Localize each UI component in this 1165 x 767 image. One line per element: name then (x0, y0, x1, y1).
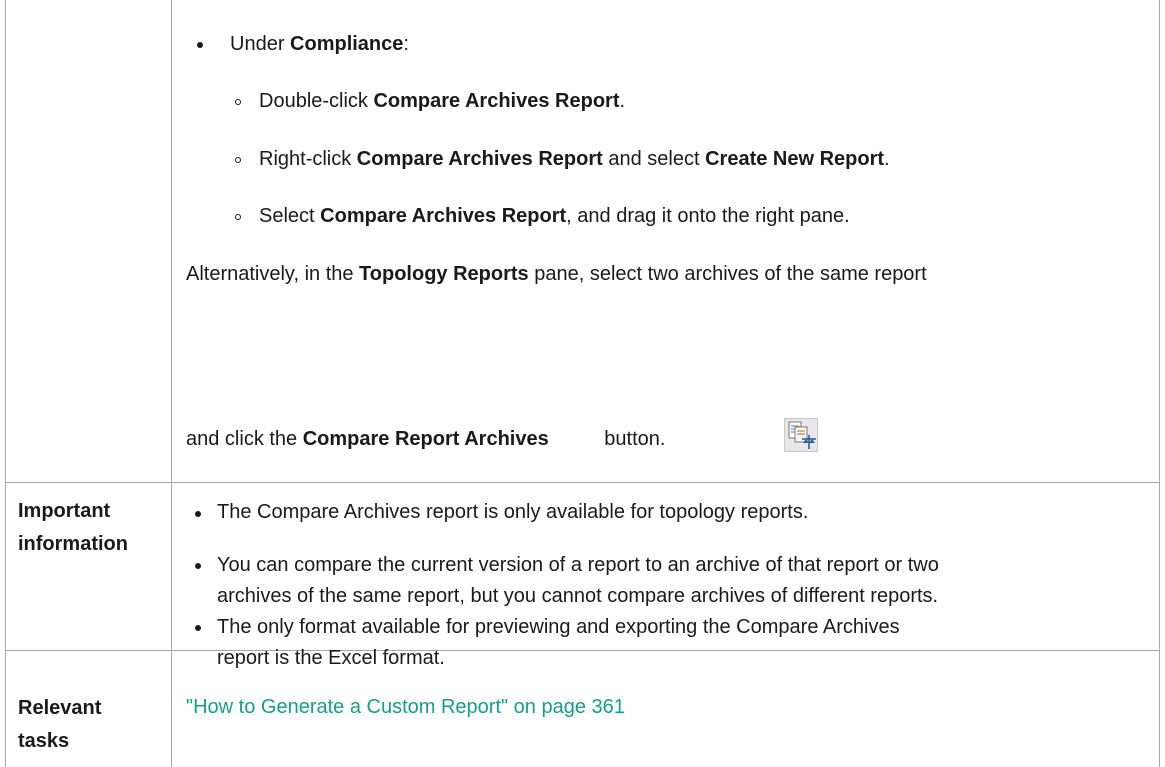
important-bullet: The only format available for previewing… (217, 616, 900, 638)
text: , and drag it onto the right pane. (566, 205, 850, 227)
bold-text: Compare Archives Report (373, 90, 620, 112)
text: : (403, 33, 409, 55)
sub-bullet-circle (235, 214, 241, 220)
bullet-dot (195, 511, 201, 517)
text: Select (259, 205, 321, 227)
important-bullet: The Compare Archives report is only avai… (217, 501, 809, 523)
bold-text: Compare Archives Report (320, 205, 567, 227)
sub-bullet-circle (235, 157, 241, 163)
bold-text: Topology Reports (359, 263, 529, 285)
label-line: information (18, 533, 128, 555)
alternative-line-1: Alternatively, in the Topology Reports p… (186, 260, 927, 288)
bullet-dot (197, 42, 203, 48)
label-line: tasks (18, 730, 70, 752)
alternative-line-2: and click the Compare Report Archives bu… (186, 425, 665, 453)
sub-bullet-right-click: Right-click Compare Archives Report and … (259, 145, 890, 173)
custom-report-link[interactable]: "How to Generate a Custom Report" on pag… (186, 693, 625, 721)
text: . (884, 148, 890, 170)
bold-text: Compare Archives Report (356, 148, 603, 170)
text: Right-click (259, 148, 357, 170)
important-bullet-continued: report is the Excel format. (217, 647, 445, 669)
text: and click the (186, 428, 303, 450)
important-bullet-continued: archives of the same report, but you can… (217, 585, 939, 607)
label-line: Relevant (18, 697, 102, 719)
text: Double-click (259, 90, 374, 112)
row-divider-setup (5, 482, 1160, 483)
table-right-border (1159, 0, 1160, 767)
text: and select (602, 148, 706, 170)
text: pane, select two archives of the same re… (528, 263, 927, 285)
row-divider-important (5, 650, 1160, 651)
important-bullet: You can compare the current version of a… (217, 554, 939, 576)
text: Under (230, 33, 291, 55)
bold-text: Create New Report (705, 148, 885, 170)
bold-text: Compliance (290, 33, 404, 55)
bold-text: Compare Report Archives (302, 428, 549, 450)
content-table: Under Compliance: Double-click Compare A… (5, 0, 1160, 767)
sub-bullet-double-click: Double-click Compare Archives Report. (259, 87, 625, 115)
sub-bullet-circle (235, 99, 241, 105)
label-line: Important (18, 500, 111, 522)
text: Alternatively, in the (186, 263, 360, 285)
bullet-dot (195, 625, 201, 631)
column-divider (171, 0, 172, 767)
bullet-dot (195, 563, 201, 569)
text: . (619, 90, 626, 112)
relevant-tasks-label: Relevant tasks (18, 692, 101, 758)
compliance-bullet: Under Compliance: (230, 30, 409, 58)
sub-bullet-select-drag: Select Compare Archives Report, and drag… (259, 202, 850, 230)
text: button. (598, 428, 666, 450)
compare-archives-icon (784, 418, 818, 452)
table-left-border (5, 0, 6, 767)
important-label: Important information (18, 495, 128, 561)
